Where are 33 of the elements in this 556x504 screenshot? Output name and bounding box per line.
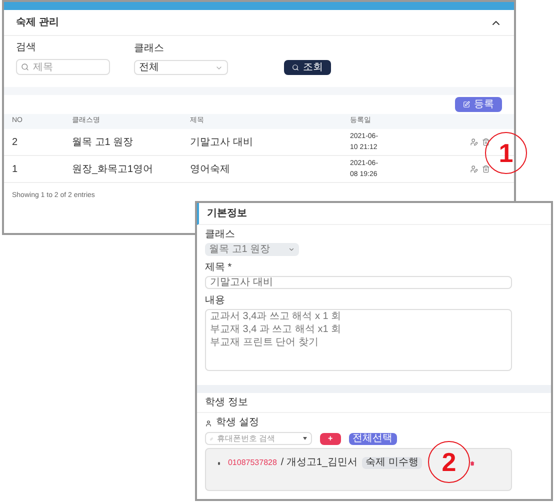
content-line: 교과서 3,4과 쓰고 해석 x 1 회 [210,311,342,323]
register-button[interactable]: 등록 [455,97,502,112]
student-phone: 01087537828 [228,457,277,469]
field-label: 검색 [16,41,37,55]
section-title: 학생 정보 [205,396,248,410]
table-cell-text: 원장_화목고1영어 [72,162,154,176]
student-name: / 개성고1_김민서 [280,457,358,469]
class-select: 월목 고1 원장 [205,243,299,256]
status-tag: 숙제 미수행 [362,457,422,469]
field-label: 클래스 [205,229,236,241]
field-label: 클래스 [134,42,165,56]
field-label: 내용 [205,295,226,307]
table-cell-text: 기말고사 대비 [190,136,254,150]
add-button[interactable]: + [320,432,341,444]
search-field[interactable]: 제목 [16,59,110,75]
table-cell-text: 1 [12,162,19,176]
field-label: 학생 설정 [216,417,259,429]
phone-search-field[interactable]: 휴대폰번호 검색 [205,432,312,445]
table-cell-text: 영어숙제 [190,162,231,176]
phone-search-input[interactable]: 휴대폰번호 검색 [217,432,303,444]
panel-title: 숙제 관리 [16,16,59,30]
table-cell-text: 2 [12,136,19,150]
content-line: 부교재 프린트 단어 찾기 [210,337,320,349]
table-cell-text: 월목 고1 원장 [72,136,134,150]
content-field[interactable]: 교과서 3,4과 쓰고 해석 x 1 회 부교재 3,4 과 쓰고 해석 x1 회 부교재 프린트 단어 찾기 [205,309,512,371]
search-button[interactable]: 조회 [284,60,331,75]
title-field[interactable]: 기말고사 대비 [205,276,512,289]
class-select[interactable]: 전체 [134,60,228,75]
field-label: 제목 * [205,262,233,274]
search-input[interactable]: 제목 [33,60,103,74]
select-all-button[interactable]: 전체선택 [348,432,397,444]
section-title: 기본정보 [207,207,247,221]
content-line: 부교재 3,4 과 쓰고 해석 x1 회 [210,324,342,336]
